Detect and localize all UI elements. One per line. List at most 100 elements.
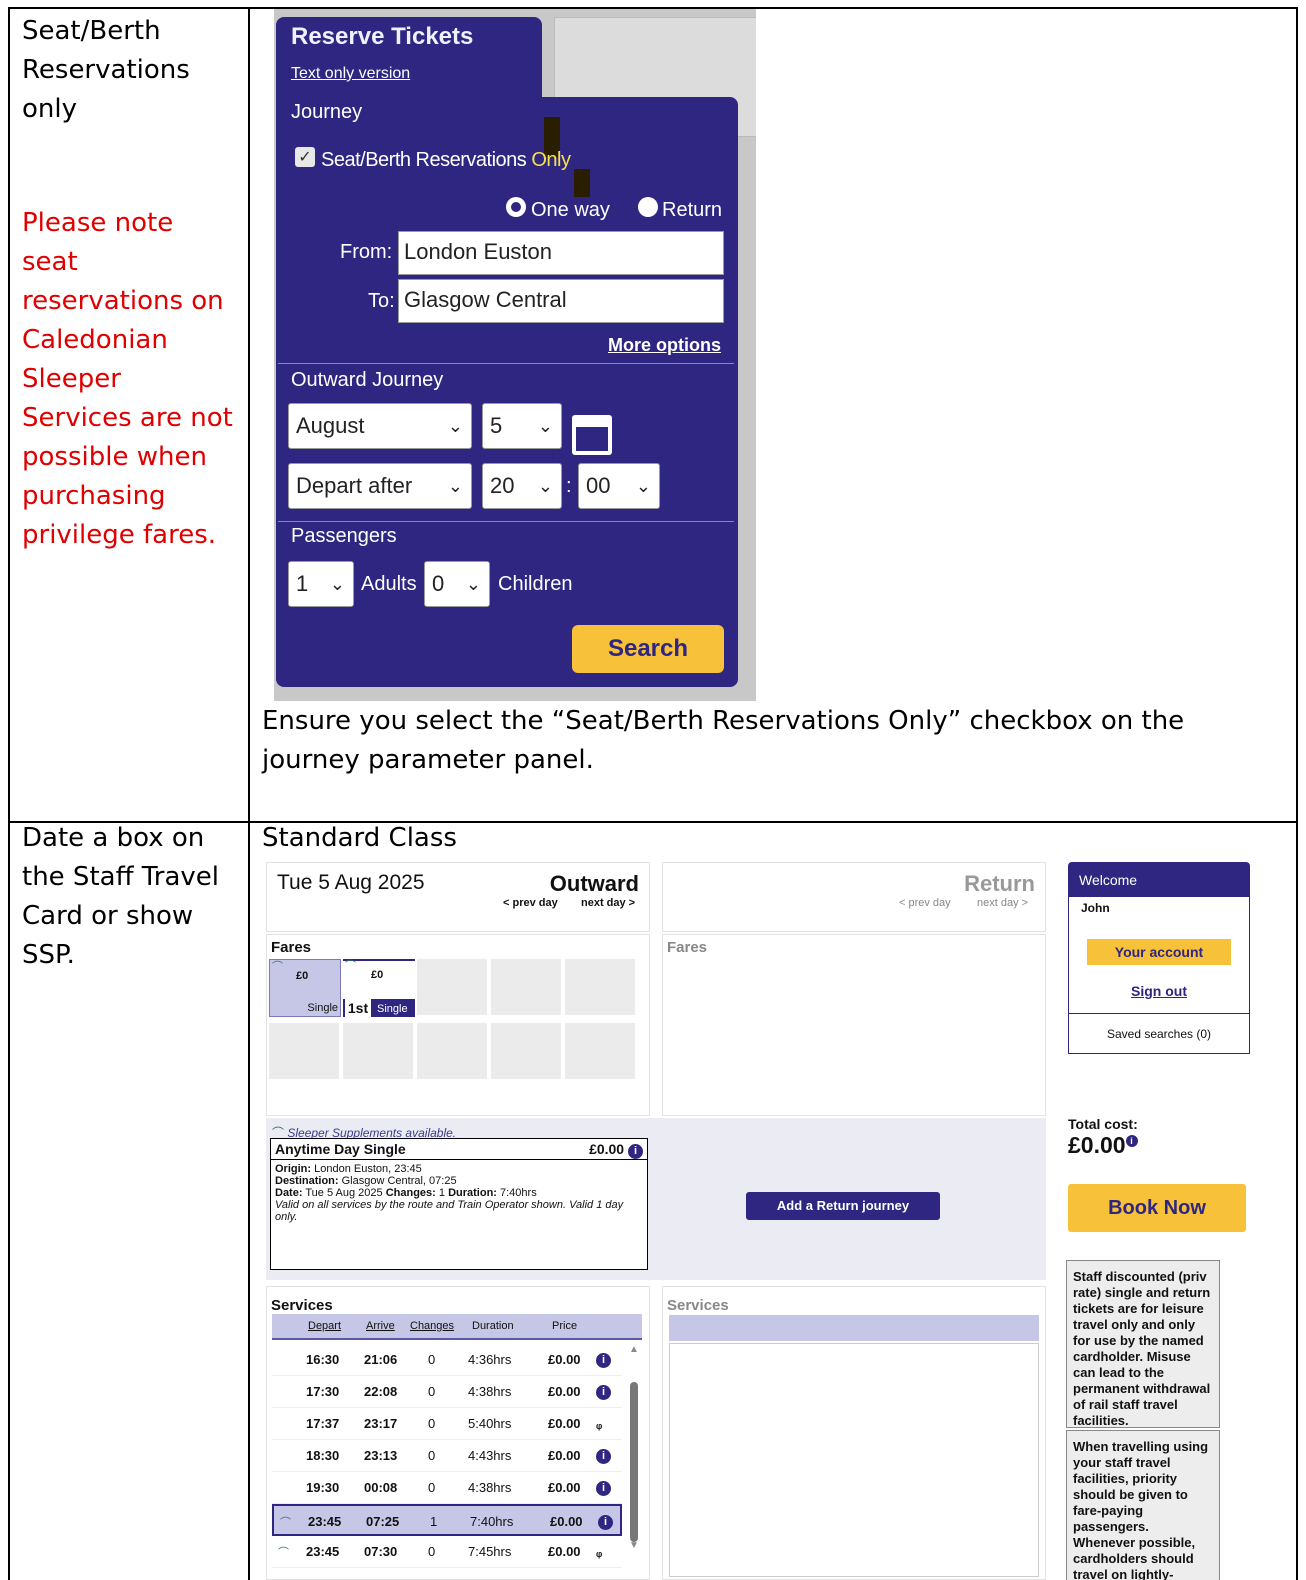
table-row[interactable]: 16:30 21:06 0 4:36hrs £0.00 i [272, 1344, 622, 1376]
depart-mode-select[interactable]: Depart after ⌄ [288, 463, 472, 509]
fare-slot-empty [565, 959, 635, 1015]
table-row[interactable]: 18:30 23:13 0 4:43hrs £0.00 i [272, 1440, 622, 1472]
info-icon[interactable]: i [596, 1481, 611, 1496]
hour-select[interactable]: 20 ⌄ [482, 463, 562, 509]
sleeper-icon: ⌒ [278, 1547, 289, 1559]
book-now-button[interactable]: Book Now [1068, 1184, 1246, 1232]
add-return-button[interactable]: Add a Return journey [746, 1192, 940, 1220]
column-divider [248, 9, 250, 1580]
info-icon[interactable]: i [596, 1385, 611, 1400]
info-icon[interactable]: i [598, 1515, 613, 1530]
fare-slot-empty [565, 1023, 635, 1079]
cell-depart: 16:30 [306, 1352, 340, 1367]
fare-option-standard-single[interactable]: ⌒ £0 Single [269, 959, 341, 1017]
fare-type: Single [307, 1002, 338, 1014]
scroll-down-icon[interactable]: ▼ [629, 1540, 639, 1551]
row2-label: Date a box on the Staff Travel Card or s… [22, 823, 220, 970]
cell-arrive: 23:17 [364, 1416, 398, 1431]
return-title: Return [964, 871, 1035, 896]
replacement-bus-icon[interactable]: ᵩ [596, 1544, 602, 1559]
children-select[interactable]: 0 ⌄ [424, 561, 490, 607]
col-changes[interactable]: Changes [410, 1320, 454, 1332]
info-icon[interactable]: i [596, 1353, 611, 1368]
scroll-up-icon[interactable]: ▲ [629, 1344, 639, 1355]
cell-duration: 7:45hrs [468, 1544, 512, 1559]
staff-discount-notice: Staff discounted (priv rate) single and … [1066, 1260, 1220, 1428]
return-services-header [669, 1315, 1039, 1341]
saved-searches[interactable]: Saved searches (0) [1069, 1027, 1249, 1041]
outward-next-day[interactable]: next day > [581, 897, 635, 909]
one-way-radio[interactable] [506, 197, 526, 217]
first-class-badge: 1st [345, 999, 371, 1017]
return-services-list [669, 1343, 1039, 1577]
divider [278, 363, 734, 364]
text-only-link[interactable]: Text only version [291, 65, 410, 83]
minute-select[interactable]: 00 ⌄ [578, 463, 660, 509]
highlight-mark [574, 169, 590, 197]
info-icon[interactable]: i [596, 1449, 611, 1464]
destination-label: Destination: [275, 1175, 339, 1187]
cell-depart: 23:45 [308, 1514, 342, 1529]
services-header: Depart Arrive Changes Duration Price [272, 1314, 642, 1340]
col-depart[interactable]: Depart [308, 1320, 341, 1332]
cell-price: £0.00 [548, 1544, 581, 1559]
adults-select[interactable]: 1 ⌄ [288, 561, 354, 607]
total-cost-label: Total cost: [1068, 1116, 1138, 1132]
cell-arrive: 07:25 [366, 1514, 400, 1529]
cell-duration: 4:38hrs [468, 1480, 512, 1495]
time-separator: : [566, 475, 572, 497]
fare-option-first-single[interactable]: ⌒ £0 1st Single [343, 959, 415, 1017]
sleeper-icon: ⌒ [272, 961, 283, 973]
outward-heading: Outward Journey [291, 369, 444, 391]
col-arrive[interactable]: Arrive [366, 1320, 395, 1332]
cell-depart: 19:30 [306, 1480, 340, 1495]
month-value: August [296, 413, 365, 438]
outward-prev-day[interactable]: < prev day [503, 897, 558, 909]
return-prev-day[interactable]: < prev day [899, 897, 951, 909]
table-row[interactable]: 17:37 23:17 0 5:40hrs £0.00 ᵩ [272, 1408, 622, 1440]
fare-price: £0 [371, 969, 384, 981]
cell-duration: 4:38hrs [468, 1384, 512, 1399]
search-button[interactable]: Search [572, 625, 724, 673]
cell-changes: 0 [428, 1352, 436, 1367]
cell-changes: 0 [428, 1384, 436, 1399]
origin-value: London Euston, 23:45 [311, 1163, 422, 1175]
fare-price: £0 [296, 970, 309, 982]
table-row[interactable]: 17:30 22:08 0 4:38hrs £0.00 i [272, 1376, 622, 1408]
scroll-thumb[interactable] [630, 1382, 638, 1542]
return-label: Return [662, 199, 723, 221]
journey-heading: Journey [291, 101, 363, 123]
table-row[interactable]: 19:30 00:08 0 4:38hrs £0.00 i [272, 1472, 622, 1504]
ticket-price: £0.00 i [589, 1141, 643, 1159]
from-field[interactable]: London Euston [398, 231, 724, 275]
outward-fares-panel: Fares ⌒ £0 Single ⌒ £0 1st Single [266, 934, 650, 1116]
your-account-button[interactable]: Your account [1087, 939, 1231, 965]
info-icon[interactable]: i [628, 1144, 643, 1159]
return-next-day[interactable]: next day > [977, 897, 1028, 909]
table-row[interactable]: ⌒ 23:45 07:30 0 7:45hrs £0.00 ᵩ [272, 1536, 622, 1568]
sign-out-link[interactable]: Sign out [1069, 983, 1249, 999]
minute-value: 00 [586, 473, 611, 498]
cell-changes: 0 [428, 1448, 436, 1463]
reservations-only-checkbox[interactable]: ✓ [295, 147, 315, 167]
from-label: From: [340, 241, 393, 263]
to-field[interactable]: Glasgow Central [398, 279, 724, 323]
cell-changes: 0 [428, 1480, 436, 1495]
sleeper-icon: ⌒ [280, 1517, 291, 1529]
more-options-link[interactable]: More options [608, 335, 721, 356]
cell-price: £0.00 [548, 1416, 581, 1431]
day-select[interactable]: 5 ⌄ [482, 403, 562, 449]
ticket-name: Anytime Day Single [275, 1141, 406, 1157]
passengers-heading: Passengers [291, 525, 397, 547]
chevron-down-icon: ⌄ [447, 416, 463, 436]
row2-heading: Standard Class [262, 823, 457, 853]
return-radio[interactable] [638, 197, 658, 217]
info-icon[interactable]: i [1125, 1135, 1138, 1148]
month-select[interactable]: August ⌄ [288, 403, 472, 449]
calendar-icon[interactable] [572, 415, 612, 455]
table-row[interactable]: ⌒ 23:45 07:25 1 7:40hrs £0.00 i [272, 1504, 622, 1536]
outward-title: Outward [549, 871, 639, 896]
total-cost-value: £0.00 [1068, 1132, 1126, 1158]
services-scrollbar[interactable]: ▲ [628, 1344, 640, 1544]
replacement-bus-icon[interactable]: ᵩ [596, 1416, 602, 1431]
